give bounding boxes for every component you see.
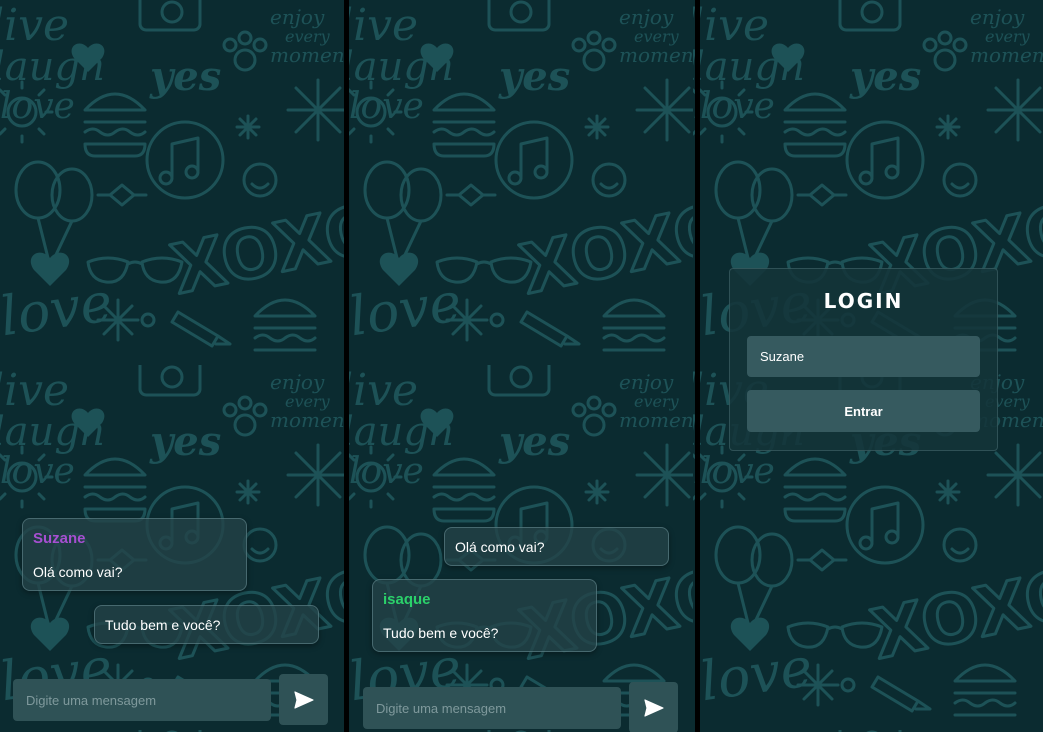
message-sender: Suzane (33, 530, 86, 547)
send-button[interactable] (629, 682, 678, 732)
message-input[interactable] (13, 679, 271, 721)
message-bubble-sent: Olá como vai? (444, 527, 669, 566)
message-sender: isaque (383, 591, 431, 608)
chat-panel-suzane: Suzane Olá como vai? Tudo bem e você? (0, 0, 344, 732)
login-card: LOGIN Entrar (729, 268, 998, 451)
message-bubble-sent: Tudo bem e você? (94, 605, 319, 644)
login-panel: LOGIN Entrar (700, 0, 1043, 732)
send-button[interactable] (279, 674, 328, 725)
enter-button[interactable]: Entrar (747, 390, 980, 432)
message-text: Olá como vai? (33, 564, 123, 580)
message-text: Olá como vai? (455, 539, 545, 555)
message-input[interactable] (363, 687, 621, 729)
send-icon (643, 698, 664, 717)
username-input[interactable] (747, 336, 980, 377)
login-title: LOGIN (823, 289, 904, 313)
message-bubble-received: Suzane Olá como vai? (22, 518, 247, 591)
message-bubble-received: isaque Tudo bem e você? (372, 579, 597, 652)
message-text: Tudo bem e você? (383, 625, 499, 641)
message-text: Tudo bem e você? (105, 617, 221, 633)
send-icon (293, 690, 314, 709)
chat-panel-isaque: Olá como vai? isaque Tudo bem e você? (349, 0, 695, 732)
